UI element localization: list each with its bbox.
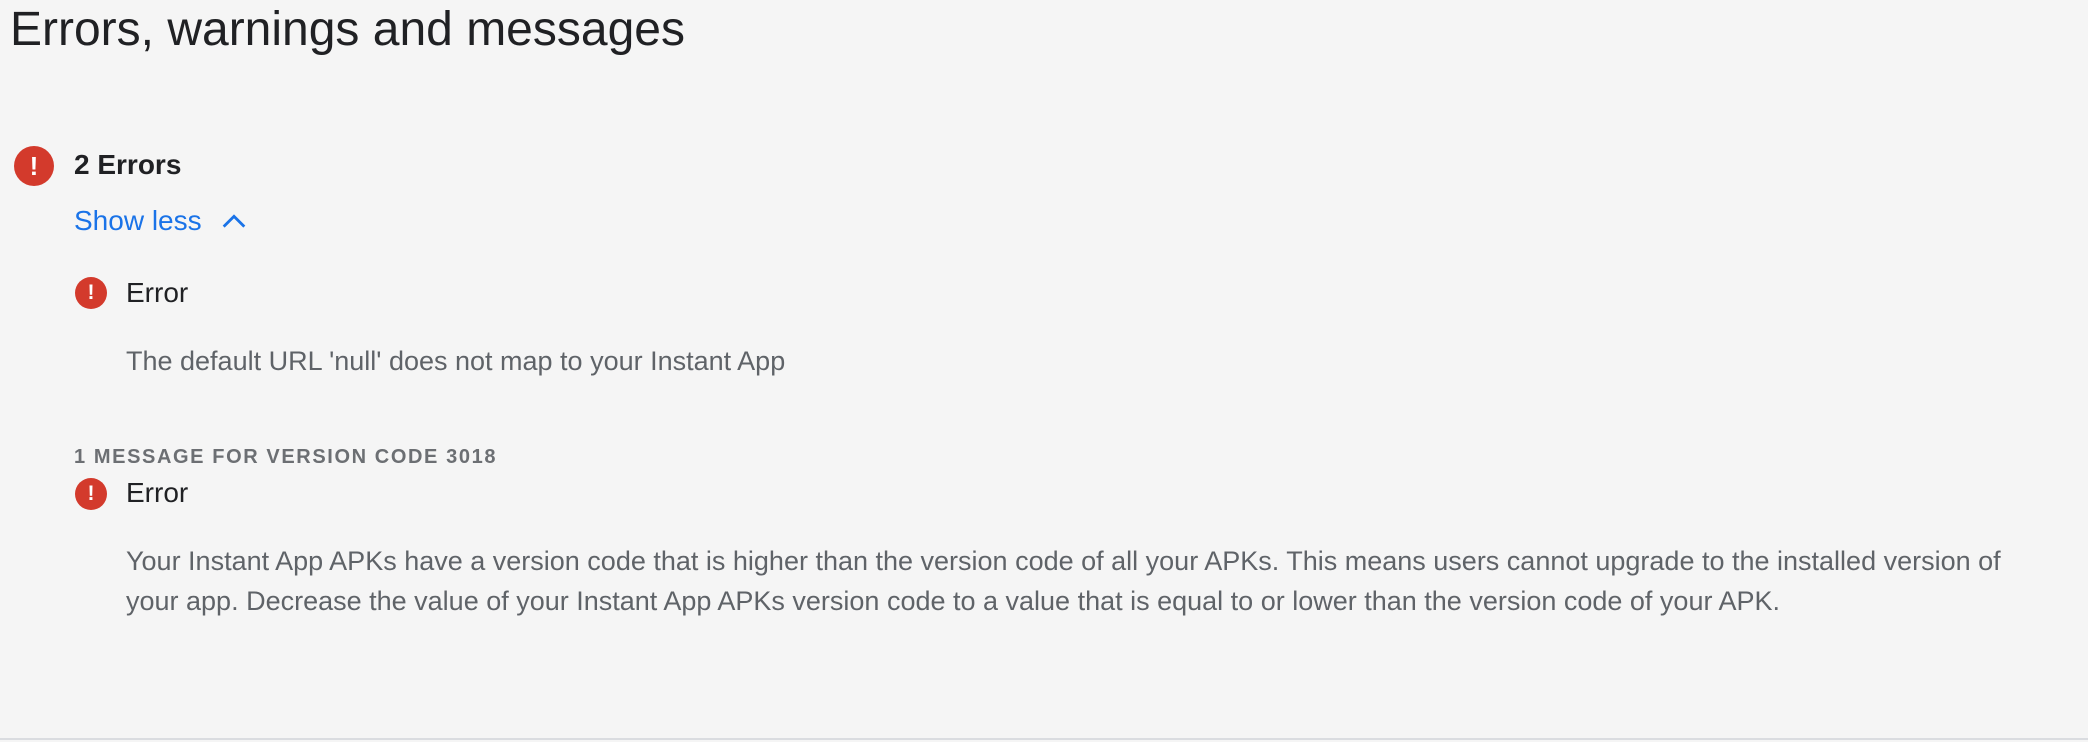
chevron-up-icon <box>222 214 245 228</box>
error-icon: ! <box>14 146 54 186</box>
error-description: Your Instant App APKs have a version cod… <box>126 546 2001 616</box>
error-icon: ! <box>75 277 107 309</box>
error-description: The default URL 'null' does not map to y… <box>126 346 786 376</box>
error-title: Error <box>126 277 189 308</box>
divider <box>0 738 2088 740</box>
show-less-toggle[interactable]: Show less <box>74 204 248 238</box>
page-title: Errors, warnings and messages <box>10 3 685 56</box>
error-icon: ! <box>75 478 107 510</box>
version-section-header: 1 MESSAGE FOR VERSION CODE 3018 <box>74 446 498 468</box>
errors-warnings-panel: Errors, warnings and messages ! 2 Errors… <box>0 0 2088 742</box>
error-title: Error <box>126 477 189 508</box>
show-less-label: Show less <box>74 205 202 236</box>
errors-count-label: 2 Errors <box>74 149 182 180</box>
